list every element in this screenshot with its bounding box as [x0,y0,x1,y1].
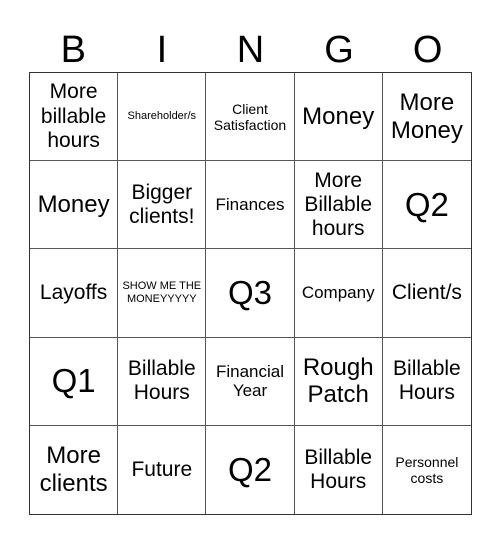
bingo-cell-text: More Billable hours [304,168,373,240]
bingo-cell[interactable]: Bigger clients! [118,161,207,250]
bingo-cell[interactable]: SHOW ME THE MONEYYYYY [118,249,207,338]
bingo-cell-text: Billable Hours [127,357,196,405]
bingo-cell[interactable]: More Money [382,73,471,162]
header-letter-o: O [412,29,443,71]
bingo-cell-text: Money [37,190,110,218]
bingo-cell-text: Personnel costs [395,453,459,486]
bingo-cell[interactable]: More clients [30,425,119,514]
bingo-cell[interactable]: Billable Hours [295,425,383,514]
bingo-cell[interactable]: Layoffs [30,249,119,338]
bingo-cell[interactable]: Q3 [206,249,295,338]
bingo-cell-text: Financial Year [215,361,285,401]
bingo-cell-text: More Money [390,89,463,144]
bingo-cell-text: Billable Hours [393,357,461,405]
bingo-cell[interactable]: Billable Hours [118,337,207,426]
bingo-cell-text: Finances [215,195,285,215]
bingo-cell-text: Money [302,102,375,130]
header-letter-g: G [324,29,354,71]
bingo-cell[interactable]: Money [294,73,383,162]
bingo-cell[interactable]: Shareholder/s [118,73,207,162]
header-letter-i: I [156,29,168,71]
bingo-cell[interactable]: Money [30,161,119,250]
bingo-cell[interactable]: Future [118,425,207,514]
bingo-cell[interactable]: Financial Year [206,337,295,426]
bingo-cell-text: Bigger clients! [129,180,195,228]
bingo-grid: More billable hours Shareholder/s Client S… [29,72,472,515]
bingo-cell-text: Q1 [51,362,96,400]
bingo-cell-text: Q3 [227,274,272,312]
bingo-cell[interactable]: Rough Patch [294,337,383,426]
bingo-cell[interactable]: Client/s [382,249,471,338]
bingo-cell-text: SHOW ME THE MONEYYYYY [122,280,202,305]
bingo-cell[interactable]: More Billable hours [294,161,383,250]
bingo-cell[interactable]: Finances [206,161,295,250]
bingo-cell-text: Billable Hours [304,445,373,493]
bingo-cell[interactable]: Personnel costs [383,426,471,514]
bingo-cell[interactable]: Billable Hours [382,338,471,426]
bingo-cell-text: Client Satisfaction [213,100,287,133]
bingo-cell-text: More billable hours [40,80,107,152]
bingo-header: B I N G O [29,28,472,72]
bingo-cell-text: Rough Patch [302,353,374,409]
bingo-cell-text: Q2 [227,450,272,488]
bingo-cell[interactable]: Q1 [30,337,119,426]
bingo-cell-text: More clients [39,442,108,497]
bingo-cell-text: Q2 [404,185,449,223]
bingo-cell[interactable]: More billable hours [30,73,119,162]
bingo-cell-text: Future [131,457,193,481]
bingo-cell-text: Client/s [391,280,462,304]
bingo-cell[interactable]: Client Satisfaction [206,73,295,162]
bingo-cell[interactable]: Q2 [206,425,295,514]
header-letter-b: B [60,29,86,71]
header-letter-n: N [236,29,265,71]
bingo-cell[interactable]: Q2 [382,161,471,250]
bingo-cell-text: Layoffs [39,280,108,304]
bingo-cell-text: Company [301,283,375,303]
bingo-cell[interactable]: Company [294,249,383,338]
bingo-cell-text: Shareholder/s [127,110,197,123]
